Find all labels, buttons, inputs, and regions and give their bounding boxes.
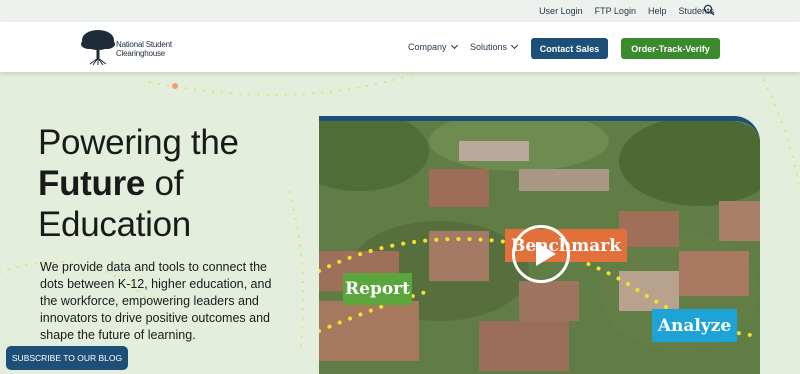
nav-solutions-label: Solutions [470,42,508,52]
ftp-login-link[interactable]: FTP Login [595,6,636,16]
logo-text: National Student Clearinghouse [116,40,172,58]
utility-links: User Login FTP Login Help Students [539,0,714,22]
nav-company[interactable]: Company [408,22,458,72]
analyze-tag: Analyze [652,309,737,342]
logo-line-1: National Student [116,40,172,49]
site-logo[interactable]: National Student Clearinghouse [80,28,190,66]
hero-description: We provide data and tools to connect the… [40,260,272,342]
subscribe-blog-button[interactable]: SUBSCRIBE TO OUR BLOG [6,346,128,370]
tree-icon [81,30,115,66]
hero-title-line-3: Education [38,205,191,244]
hero-video[interactable]: Report Benchmark Analyze [319,116,760,374]
user-login-link[interactable]: User Login [539,6,583,16]
contact-sales-button[interactable]: Contact Sales [531,38,608,59]
utility-bar: User Login FTP Login Help Students [0,0,800,22]
report-tag: Report [343,273,412,305]
play-icon[interactable] [512,225,570,283]
logo-line-2: Clearinghouse [116,49,165,58]
chevron-down-icon [450,41,458,50]
search-icon[interactable] [703,4,715,16]
order-track-verify-button[interactable]: Order-Track-Verify [621,38,720,59]
hero-title-line-2: Future of [38,163,239,204]
hero-title-bold: Future [38,164,146,203]
hero-title-of: of [154,164,184,203]
help-link[interactable]: Help [648,6,667,16]
nav-solutions[interactable]: Solutions [470,22,519,72]
nav-company-label: Company [408,42,447,52]
chevron-down-icon [510,41,519,50]
main-header: National Student Clearinghouse Company S… [0,22,800,72]
hero-title-line-1: Powering the [38,123,239,162]
hero-title: Powering the Future of Education [38,122,239,245]
